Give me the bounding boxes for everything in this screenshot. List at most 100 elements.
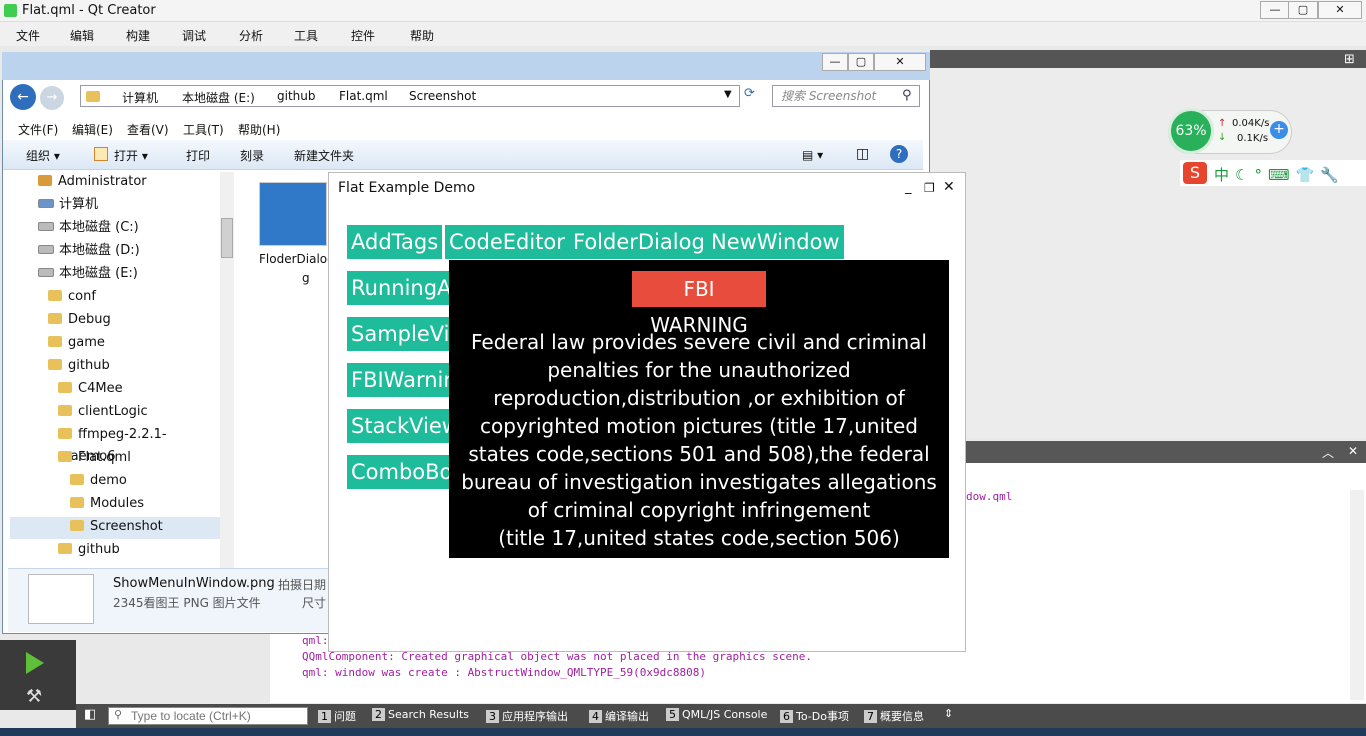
- explorer-menu-help[interactable]: 帮助(H): [238, 121, 280, 138]
- toggle-sidebar-icon[interactable]: ◧: [84, 707, 96, 722]
- open-button[interactable]: 打开 ▾: [114, 147, 148, 164]
- tree-item[interactable]: 本地磁盘 (C:): [0, 217, 220, 240]
- menu-debug[interactable]: 调试: [182, 27, 206, 44]
- codeeditor-button[interactable]: CodeEditor: [445, 225, 569, 259]
- scroll-thumb[interactable]: [221, 218, 233, 258]
- split-icon[interactable]: ⊞: [1344, 52, 1355, 67]
- folder-icon: [70, 474, 84, 485]
- view-options-icon[interactable]: ▤ ▾: [802, 148, 823, 162]
- tree-item[interactable]: 本地磁盘 (E:): [0, 263, 220, 286]
- tree-item[interactable]: Modules: [0, 493, 220, 516]
- status-tab-summary[interactable]: 7 概要信息: [864, 708, 924, 724]
- burn-button[interactable]: 刻录: [240, 147, 264, 164]
- tree-item[interactable]: conf: [0, 286, 220, 309]
- close-pane-icon[interactable]: ✕: [1348, 444, 1358, 458]
- tree-item[interactable]: 计算机: [0, 194, 220, 217]
- maximize-button[interactable]: ▢: [1288, 1, 1318, 19]
- explorer-maximize-button[interactable]: ▢: [848, 53, 874, 71]
- tree-item-label: github: [78, 542, 120, 557]
- fbiwarning-button[interactable]: FBIWarnin: [347, 363, 461, 397]
- demo-minimize-button[interactable]: _: [905, 180, 912, 195]
- status-tab-search[interactable]: 2 Search Results: [372, 708, 469, 724]
- tree-item-label: 本地磁盘 (C:): [59, 220, 139, 235]
- preview-pane-icon[interactable]: ◫: [856, 146, 869, 162]
- tree-item[interactable]: Screenshot: [0, 516, 220, 539]
- folder-icon: [48, 313, 62, 324]
- menu-analyze[interactable]: 分析: [239, 27, 263, 44]
- chevron-down-icon[interactable]: ▼: [724, 89, 732, 100]
- explorer-menu-edit[interactable]: 编辑(E): [72, 121, 113, 138]
- back-button[interactable]: ←: [10, 84, 36, 110]
- search-icon: ⚲: [114, 708, 123, 721]
- demo-restore-button[interactable]: ❐: [924, 181, 935, 195]
- demo-close-button[interactable]: ✕: [943, 179, 955, 195]
- tree-item[interactable]: Flat.qml: [0, 447, 220, 470]
- tree-item[interactable]: github: [0, 355, 220, 378]
- tree-item[interactable]: game: [0, 332, 220, 355]
- qt-creator-icon: [4, 4, 17, 17]
- refresh-icon[interactable]: ⟳: [744, 86, 755, 101]
- breadcrumb-item[interactable]: github: [277, 89, 315, 103]
- folderdialog-button[interactable]: FolderDialog: [569, 225, 709, 259]
- new-folder-button[interactable]: 新建文件夹: [294, 147, 354, 164]
- tree-item[interactable]: 本地磁盘 (D:): [0, 240, 220, 263]
- tree-item[interactable]: demo: [0, 470, 220, 493]
- status-tab-todo[interactable]: 6 To-Do事项: [780, 708, 849, 724]
- addtags-button[interactable]: AddTags: [347, 225, 443, 259]
- build-hammer-icon[interactable]: ⚒: [26, 686, 42, 707]
- menu-build[interactable]: 构建: [126, 27, 150, 44]
- log-tail: dow.qml: [966, 490, 1013, 503]
- plus-icon[interactable]: +: [1270, 121, 1288, 139]
- ime-mode-icons[interactable]: 中☾°⌨👕🔧: [1214, 164, 1345, 185]
- menu-help[interactable]: 帮助: [410, 27, 434, 44]
- editor-area[interactable]: [930, 68, 1366, 438]
- newwindow-button[interactable]: NewWindow: [707, 225, 844, 259]
- explorer-menu-view[interactable]: 查看(V): [127, 121, 169, 138]
- status-tab-app-output[interactable]: 3 应用程序输出: [486, 708, 568, 724]
- tree-item-label: Debug: [68, 312, 111, 327]
- tree-item[interactable]: ffmpeg-2.2.1-maemo6: [0, 424, 220, 464]
- status-tab-compile[interactable]: 4 编译输出: [589, 708, 649, 724]
- sogou-ime-icon[interactable]: S: [1183, 162, 1207, 184]
- status-tab-console[interactable]: 5 QML/JS Console: [666, 708, 767, 724]
- explorer-menu-tools[interactable]: 工具(T): [183, 121, 224, 138]
- close-button[interactable]: ✕: [1318, 1, 1362, 19]
- menu-tools[interactable]: 工具: [294, 27, 318, 44]
- tree-item[interactable]: Debug: [0, 309, 220, 332]
- run-icon[interactable]: [26, 652, 44, 674]
- updown-icon[interactable]: ⇕: [944, 707, 953, 720]
- explorer-menu-file[interactable]: 文件(F): [18, 121, 58, 138]
- breadcrumb-item[interactable]: Screenshot: [409, 89, 476, 103]
- tree-item[interactable]: clientLogic: [0, 401, 220, 424]
- breadcrumb-item[interactable]: 计算机: [122, 89, 158, 106]
- tree-item[interactable]: C4Mee: [0, 378, 220, 401]
- search-field[interactable]: 搜索 Screenshot: [772, 85, 920, 107]
- image-thumbnail[interactable]: [259, 182, 327, 246]
- explorer-minimize-button[interactable]: —: [822, 53, 848, 71]
- output-scrollbar[interactable]: [1350, 490, 1364, 700]
- file-name[interactable]: FloderDialog: [259, 252, 335, 266]
- help-icon[interactable]: ?: [890, 145, 908, 163]
- drive-icon: [38, 268, 54, 277]
- minimize-button[interactable]: —: [1260, 1, 1290, 19]
- menu-edit[interactable]: 编辑: [70, 27, 94, 44]
- menu-controls[interactable]: 控件: [351, 27, 375, 44]
- tree-item[interactable]: github: [0, 539, 220, 562]
- status-tab-issues[interactable]: 1 问题: [318, 708, 356, 724]
- memory-usage-indicator[interactable]: 63%: [1168, 108, 1214, 154]
- print-button[interactable]: 打印: [186, 147, 210, 164]
- organize-button[interactable]: 组织 ▾: [26, 147, 60, 164]
- download-speed: 0.1K/s: [1237, 133, 1269, 144]
- chevron-up-icon[interactable]: ︿: [1322, 444, 1334, 461]
- tree-item[interactable]: Administrator: [0, 171, 220, 194]
- file-name-wrap: g: [302, 271, 310, 285]
- breadcrumb-item[interactable]: Flat.qml: [339, 89, 388, 103]
- locate-input[interactable]: [108, 707, 308, 725]
- explorer-close-button[interactable]: ✕: [874, 53, 926, 71]
- forward-button[interactable]: →: [40, 86, 64, 110]
- tree-list: Administrator 计算机本地磁盘 (C:) 本地磁盘 (D:) 本地磁盘 (…: [0, 171, 220, 562]
- folder-icon: [58, 543, 72, 554]
- breadcrumb-item[interactable]: 本地磁盘 (E:): [182, 89, 255, 106]
- menu-file[interactable]: 文件: [16, 27, 40, 44]
- stackview-button[interactable]: StackView: [347, 409, 463, 443]
